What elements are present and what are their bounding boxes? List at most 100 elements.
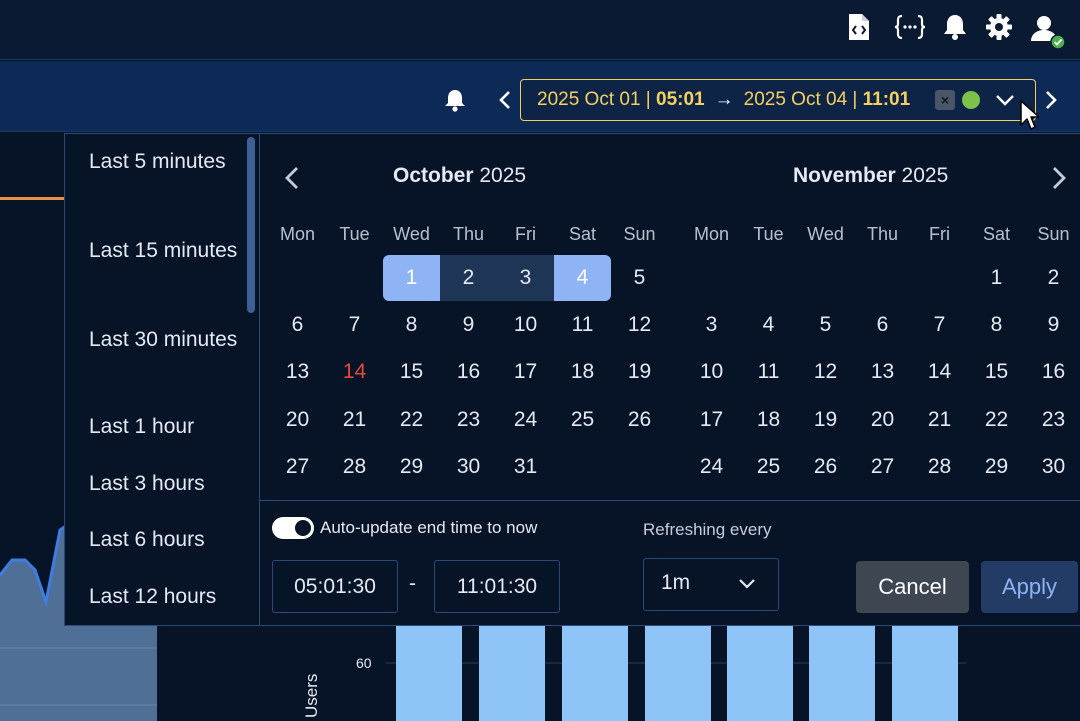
json-braces-icon[interactable] bbox=[893, 12, 927, 42]
calendar-day[interactable]: 23 bbox=[1025, 397, 1080, 443]
quick-range-item[interactable]: Last 6 hours bbox=[89, 524, 239, 556]
calendar-day[interactable]: 11 bbox=[740, 349, 797, 395]
calendar-day[interactable]: 21 bbox=[911, 397, 968, 443]
chevron-left-icon[interactable] bbox=[495, 87, 515, 113]
calendar-day[interactable]: 10 bbox=[497, 302, 554, 348]
calendar-day[interactable]: 27 bbox=[854, 444, 911, 490]
next-month-chevron-icon[interactable] bbox=[1046, 165, 1070, 191]
quick-range-item[interactable]: Last 1 hour bbox=[89, 411, 239, 443]
calendar-day[interactable]: 19 bbox=[611, 349, 668, 395]
calendar-day[interactable]: 7 bbox=[326, 302, 383, 348]
calendar-day[interactable]: 12 bbox=[797, 349, 854, 395]
calendar-day[interactable]: 26 bbox=[797, 444, 854, 490]
calendar-day[interactable]: 25 bbox=[554, 397, 611, 443]
chevron-right-icon[interactable] bbox=[1041, 87, 1061, 113]
calendar-day[interactable]: 4 bbox=[740, 302, 797, 348]
calendar-day[interactable]: 2 bbox=[440, 255, 497, 301]
calendar-day[interactable]: 13 bbox=[269, 349, 326, 395]
time-separator: - bbox=[409, 572, 416, 595]
background-chart-line bbox=[0, 197, 66, 200]
calendar-day[interactable]: 29 bbox=[968, 444, 1025, 490]
calendar-day[interactable]: 21 bbox=[326, 397, 383, 443]
calendar-day[interactable]: 10 bbox=[683, 349, 740, 395]
quick-range-item[interactable]: Last 12 hours bbox=[89, 581, 239, 613]
calendar-day[interactable]: 5 bbox=[797, 302, 854, 348]
calendar-day[interactable]: 7 bbox=[911, 302, 968, 348]
quick-range-item[interactable]: Last 15 minutes bbox=[89, 235, 239, 267]
clear-range-button[interactable]: × bbox=[935, 90, 955, 110]
calendar-day[interactable]: 14 bbox=[326, 349, 383, 395]
chevron-down-icon[interactable] bbox=[737, 574, 757, 594]
calendar-title-october: October 2025 bbox=[393, 164, 526, 188]
calendar-day[interactable]: 16 bbox=[1025, 349, 1080, 395]
calendar-day[interactable]: 14 bbox=[911, 349, 968, 395]
calendar-day[interactable]: 22 bbox=[383, 397, 440, 443]
calendar-day[interactable]: 28 bbox=[326, 444, 383, 490]
calendar-day[interactable]: 19 bbox=[797, 397, 854, 443]
weekday-header: Tue bbox=[753, 224, 784, 244]
calendar-day[interactable]: 30 bbox=[1025, 444, 1080, 490]
calendar-day[interactable]: 27 bbox=[269, 444, 326, 490]
alerts-bell-icon[interactable] bbox=[443, 86, 467, 114]
calendar-day[interactable]: 1 bbox=[383, 255, 440, 301]
range-start-date: 2025 Oct 01 | bbox=[537, 89, 651, 110]
calendar-day[interactable]: 17 bbox=[683, 397, 740, 443]
calendar-day[interactable]: 24 bbox=[497, 397, 554, 443]
calendar-day[interactable]: 28 bbox=[911, 444, 968, 490]
calendar-day[interactable]: 15 bbox=[383, 349, 440, 395]
user-online-icon[interactable] bbox=[1028, 12, 1068, 52]
calendar-title-november: November 2025 bbox=[793, 164, 948, 188]
calendar-day[interactable]: 11 bbox=[554, 302, 611, 348]
calendar-day[interactable]: 15 bbox=[968, 349, 1025, 395]
calendar-day[interactable]: 20 bbox=[269, 397, 326, 443]
calendar-day[interactable]: 3 bbox=[497, 255, 554, 301]
calendar-day[interactable]: 18 bbox=[554, 349, 611, 395]
quick-range-item[interactable]: Last 3 hours bbox=[89, 468, 239, 500]
start-time-input[interactable] bbox=[272, 560, 398, 613]
refresh-interval-value: 1m bbox=[661, 571, 691, 594]
quick-range-scrollbar[interactable] bbox=[247, 137, 255, 313]
calendar-day[interactable]: 9 bbox=[440, 302, 497, 348]
gear-icon[interactable] bbox=[984, 12, 1014, 42]
weekday-header: Fri bbox=[515, 224, 536, 244]
calendar-day[interactable]: 12 bbox=[611, 302, 668, 348]
calendar-day[interactable]: 20 bbox=[854, 397, 911, 443]
calendar-day[interactable]: 30 bbox=[440, 444, 497, 490]
bell-icon[interactable] bbox=[940, 12, 970, 42]
quick-range-item[interactable]: Last 30 minutes bbox=[89, 324, 239, 356]
calendar-day[interactable]: 2 bbox=[1025, 255, 1080, 301]
weekday-header: Wed bbox=[807, 224, 844, 244]
calendar-day[interactable]: 4 bbox=[554, 255, 611, 301]
time-range-picker[interactable]: 2025 Oct 01 | 05:01 → 2025 Oct 04 | 11:01 bbox=[520, 79, 1036, 121]
month-year: 2025 bbox=[479, 164, 527, 187]
end-time-input[interactable] bbox=[434, 560, 560, 613]
cancel-button[interactable]: Cancel bbox=[856, 561, 969, 613]
calendar-day[interactable]: 17 bbox=[497, 349, 554, 395]
calendar-day[interactable]: 16 bbox=[440, 349, 497, 395]
chevron-down-icon[interactable] bbox=[994, 89, 1016, 111]
calendar-day[interactable]: 8 bbox=[968, 302, 1025, 348]
calendar-day[interactable]: 22 bbox=[968, 397, 1025, 443]
calendar-day[interactable]: 23 bbox=[440, 397, 497, 443]
calendar-day[interactable]: 31 bbox=[497, 444, 554, 490]
weekday-header: Sat bbox=[568, 224, 597, 244]
calendar-day[interactable]: 1 bbox=[968, 255, 1025, 301]
calendar-day[interactable]: 26 bbox=[611, 397, 668, 443]
file-code-icon[interactable] bbox=[844, 12, 874, 42]
quick-range-item[interactable]: Last 5 minutes bbox=[89, 146, 239, 178]
calendar-day[interactable]: 8 bbox=[383, 302, 440, 348]
prev-month-chevron-icon[interactable] bbox=[281, 165, 305, 191]
weekday-header: Mon bbox=[279, 224, 315, 244]
calendar-day[interactable]: 29 bbox=[383, 444, 440, 490]
calendar-day[interactable]: 13 bbox=[854, 349, 911, 395]
calendar-day[interactable]: 6 bbox=[854, 302, 911, 348]
calendar-day[interactable]: 24 bbox=[683, 444, 740, 490]
weekday-header: Sun bbox=[623, 224, 656, 244]
apply-button[interactable]: Apply bbox=[981, 561, 1078, 613]
calendar-day[interactable]: 18 bbox=[740, 397, 797, 443]
calendar-day[interactable]: 25 bbox=[740, 444, 797, 490]
calendar-day[interactable]: 9 bbox=[1025, 302, 1080, 348]
calendar-day[interactable]: 3 bbox=[683, 302, 740, 348]
calendar-day[interactable]: 6 bbox=[269, 302, 326, 348]
calendar-day[interactable]: 5 bbox=[611, 255, 668, 301]
